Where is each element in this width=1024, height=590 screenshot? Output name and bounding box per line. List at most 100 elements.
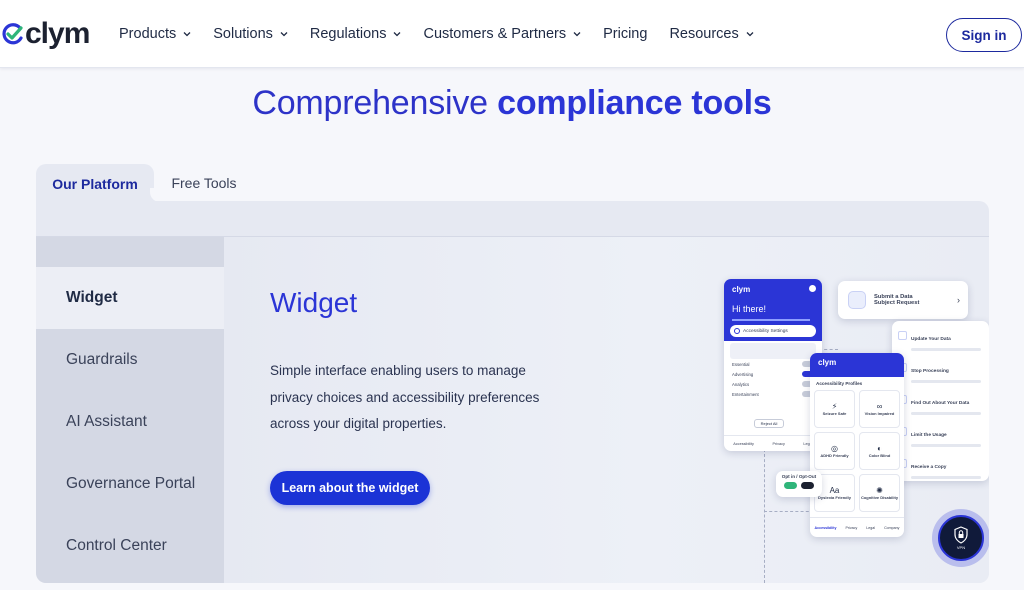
- profile-tile: ✺ Cognitive Disability: [859, 474, 900, 512]
- widget-illustration: clym Hi there! Accessibility Settings Es…: [724, 271, 989, 583]
- accessibility-profiles-card: clym Accessibility Profiles ⚡ Seizure Saf…: [810, 353, 904, 537]
- toggle-off: [801, 482, 814, 489]
- profiles-grid: ⚡ Seizure Safe ∞ Vision Impaired ◎ ADHD Fri…: [810, 390, 904, 512]
- profile-tile: ∞ Vision Impaired: [859, 390, 900, 428]
- profile-label: Cognitive Disability: [860, 495, 899, 500]
- opt-in-label: Opt in / Opt-Out: [781, 474, 817, 479]
- logo-check-icon: [2, 23, 23, 45]
- chevron-down-icon: [746, 32, 754, 37]
- profiles-title: Accessibility Profiles: [816, 381, 863, 386]
- connector-line: [764, 511, 814, 512]
- data-request-line2: Subject Request: [874, 300, 920, 306]
- lightning-icon: ⚡: [831, 402, 838, 411]
- profile-label: Seizure Safe: [822, 411, 847, 416]
- rights-label: Limit the Usage: [911, 433, 947, 438]
- glasses-icon: ∞: [876, 402, 883, 411]
- learn-widget-button[interactable]: Learn about the widget: [270, 471, 430, 505]
- profile-tile: ◐ Color Blind: [859, 432, 900, 470]
- consent-label: Analytics: [732, 381, 750, 387]
- profiles-card-header: clym: [810, 353, 904, 377]
- target-icon: ◎: [831, 444, 838, 453]
- sidebar-item-control-center[interactable]: Control Center: [36, 515, 224, 577]
- content-description: Simple interface enabling users to manag…: [270, 363, 540, 431]
- top-navigation-bar: clym Products Solutions Regulations Cust…: [0, 0, 1024, 68]
- widget-greeting: Hi there!: [732, 304, 767, 314]
- rights-label: Receive a Copy: [911, 465, 947, 470]
- data-request-card: Submit a Data Subject Request ›: [838, 281, 968, 319]
- edit-icon: [898, 331, 907, 341]
- nav-products[interactable]: Products: [119, 26, 191, 42]
- rights-label: Find Out About Your Data: [911, 401, 970, 406]
- widget-footer-tabs: Accessibility Privacy Legal: [724, 435, 822, 451]
- profile-label: Dyslexia Friendly: [818, 495, 851, 500]
- accessibility-icon: [734, 328, 740, 334]
- nav-label: Customers & Partners: [423, 26, 567, 42]
- nav-label: Solutions: [213, 26, 273, 42]
- profiles-footer-tabs: Accessibility Privacy Legal Company: [810, 517, 904, 537]
- chat-icon: [848, 291, 866, 309]
- widget-placeholder: [730, 343, 816, 359]
- reject-all-button: Reject All: [754, 419, 784, 428]
- sidebar-item-widget[interactable]: Widget: [36, 267, 224, 329]
- footer-tab: Company: [884, 525, 900, 530]
- eye-off-icon: ◐: [877, 444, 882, 453]
- profile-label: Vision Impaired: [864, 411, 895, 416]
- sidebar-item-guardrails[interactable]: Guardrails: [36, 329, 224, 391]
- consent-list: Essential Advertising Analytics Entertai…: [732, 361, 814, 397]
- placeholder-bar: [911, 348, 981, 351]
- main-nav: Products Solutions Regulations Customers…: [119, 0, 776, 68]
- chevron-right-icon: ›: [957, 295, 960, 305]
- opt-in-card: Opt in / Opt-Out: [776, 471, 822, 497]
- brain-icon: ✺: [876, 486, 883, 495]
- nav-solutions[interactable]: Solutions: [213, 26, 288, 42]
- rights-item: Limit the Usage: [898, 423, 983, 447]
- opt-toggles: [780, 482, 818, 489]
- nav-regulations[interactable]: Regulations: [310, 26, 402, 42]
- consent-label: Entertainment: [732, 391, 759, 397]
- nav-pricing[interactable]: Pricing: [603, 26, 647, 42]
- text-icon: Aa: [829, 486, 840, 495]
- tab-our-platform[interactable]: Our Platform: [36, 164, 154, 204]
- rights-item: Receive a Copy: [898, 455, 983, 479]
- placeholder-bar: [911, 476, 981, 479]
- rights-label: Update Your Data: [911, 337, 951, 342]
- logo-text: clym: [25, 17, 90, 50]
- rights-item: Stop Processing: [898, 359, 983, 383]
- placeholder-bar: [911, 412, 981, 415]
- accessibility-settings-label: Accessibility Settings: [743, 328, 788, 334]
- consent-label: Essential: [732, 361, 750, 367]
- footer-tab: Accessibility: [814, 525, 837, 530]
- profile-label: Color Blind: [868, 453, 891, 458]
- nav-label: Regulations: [309, 26, 387, 42]
- nav-label: Products: [119, 26, 177, 42]
- sidebar-item-ai-assistant[interactable]: AI Assistant: [36, 391, 224, 453]
- shield-lock-icon: [954, 526, 968, 544]
- chevron-down-icon: [183, 32, 191, 37]
- page-headline: Comprehensive compliance tools: [0, 84, 1024, 123]
- profiles-logo: clym: [818, 358, 837, 367]
- rights-label: Stop Processing: [911, 369, 949, 374]
- platform-panel: Widget Guardrails AI Assistant Governanc…: [36, 201, 989, 583]
- nav-label: Resources: [669, 26, 739, 42]
- widget-preview-card: clym Hi there! Accessibility Settings Es…: [724, 279, 822, 451]
- footer-tab: Legal: [866, 525, 876, 530]
- nav-customers-partners[interactable]: Customers & Partners: [423, 26, 581, 42]
- close-icon: [809, 285, 816, 292]
- sidebar-item-governance-portal[interactable]: Governance Portal: [36, 453, 224, 515]
- nav-resources[interactable]: Resources: [669, 26, 754, 42]
- placeholder-bar: [911, 444, 981, 447]
- shield-badge: VPN: [938, 515, 984, 561]
- profile-label: ADHD Friendly: [820, 453, 849, 458]
- greeting-underline: [732, 319, 810, 321]
- clym-logo[interactable]: clym: [2, 16, 90, 52]
- privacy-rights-card: Update Your Data Stop Processing Find Ou…: [892, 321, 989, 481]
- nav-label: Pricing: [603, 26, 648, 42]
- sign-in-button[interactable]: Sign in: [946, 18, 1022, 52]
- badge-label: VPN: [956, 545, 966, 550]
- rights-item: Find Out About Your Data: [898, 391, 983, 415]
- consent-label: Advertising: [732, 371, 754, 377]
- tab-free-tools[interactable]: Free Tools: [154, 164, 254, 202]
- headline-light: Comprehensive: [252, 84, 498, 122]
- profile-tile: ⚡ Seizure Safe: [814, 390, 855, 428]
- chevron-down-icon: [573, 32, 581, 37]
